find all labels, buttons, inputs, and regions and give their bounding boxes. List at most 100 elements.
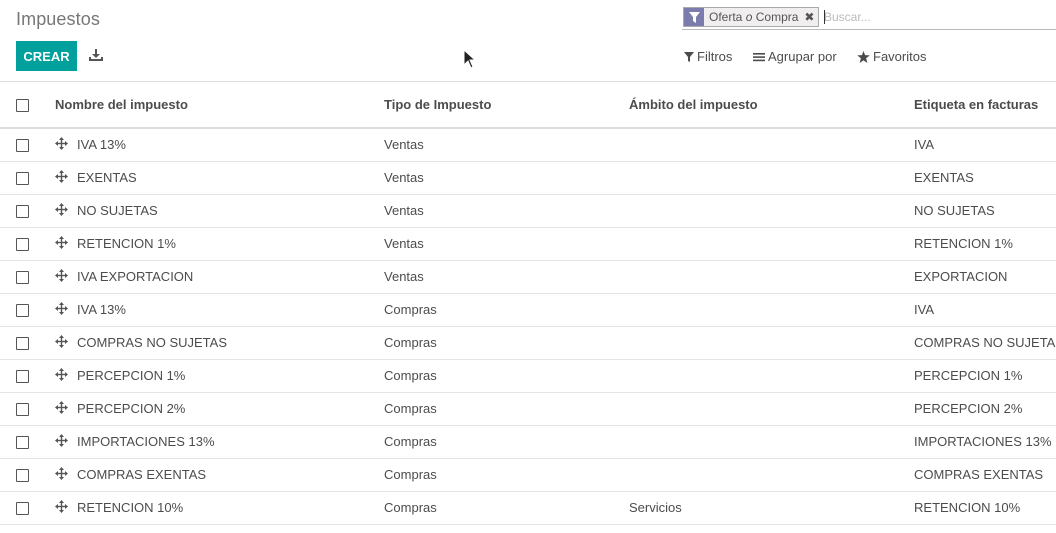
table-row[interactable]: PERCEPCION 2% Compras PERCEPCION 2%: [0, 392, 1056, 426]
group-by-label: Agrupar por: [768, 49, 837, 64]
tax-name: EXENTAS: [77, 161, 385, 195]
tax-scope: [629, 260, 915, 294]
drag-handle-icon[interactable]: [55, 194, 77, 228]
tax-type: Compras: [384, 458, 630, 492]
table-row[interactable]: IVA EXPORTACION Ventas EXPORTACION: [0, 260, 1056, 294]
row-checkbox[interactable]: [16, 403, 29, 417]
row-select-cell: [0, 227, 55, 261]
table-row[interactable]: PERCEPCION 1% Compras PERCEPCION 1%: [0, 359, 1056, 393]
column-header-label[interactable]: Etiqueta en facturas: [914, 82, 1056, 129]
tax-type: Compras: [384, 392, 630, 426]
drag-handle-icon[interactable]: [55, 491, 77, 525]
row-checkbox[interactable]: [16, 502, 29, 516]
drag-handle-icon[interactable]: [55, 161, 77, 195]
tax-scope: [629, 293, 915, 327]
select-all-checkbox[interactable]: [16, 99, 29, 113]
taxes-table: Nombre del impuesto Tipo de Impuesto Ámb…: [0, 82, 1056, 525]
table-header-row: Nombre del impuesto Tipo de Impuesto Ámb…: [0, 82, 1056, 129]
invoice-label: PERCEPCION 1%: [914, 359, 1056, 393]
facet-remove-icon[interactable]: ✖: [802, 8, 818, 26]
tax-scope: [629, 326, 915, 360]
drag-handle-icon[interactable]: [55, 359, 77, 393]
row-checkbox[interactable]: [16, 139, 29, 153]
tax-type: Ventas: [384, 128, 630, 162]
invoice-label: RETENCION 1%: [914, 227, 1056, 261]
tax-type: Ventas: [384, 161, 630, 195]
tax-type: Compras: [384, 359, 630, 393]
row-select-cell: [0, 161, 55, 195]
column-header-scope[interactable]: Ámbito del impuesto: [629, 82, 915, 129]
table-row[interactable]: EXENTAS Ventas EXENTAS: [0, 161, 1056, 195]
drag-handle-icon[interactable]: [55, 326, 77, 360]
facet-value: Oferta: [709, 10, 743, 24]
row-checkbox[interactable]: [16, 238, 29, 252]
filter-icon: [684, 8, 704, 26]
tax-name: PERCEPCION 2%: [77, 392, 385, 426]
filters-button[interactable]: Filtros: [684, 49, 732, 64]
row-checkbox[interactable]: [16, 271, 29, 285]
drag-handle-icon[interactable]: [55, 392, 77, 426]
group-by-button[interactable]: Agrupar por: [753, 49, 837, 64]
star-icon: [857, 50, 870, 63]
invoice-label: IVA: [914, 293, 1056, 327]
invoice-label: RETENCION 10%: [914, 491, 1056, 525]
column-header-name[interactable]: Nombre del impuesto: [55, 82, 385, 129]
row-select-cell: [0, 425, 55, 459]
tax-name: PERCEPCION 1%: [77, 359, 385, 393]
invoice-label: COMPRAS NO SUJETAS: [914, 326, 1056, 360]
tax-name: COMPRAS NO SUJETAS: [77, 326, 385, 360]
invoice-label: NO SUJETAS: [914, 194, 1056, 228]
favorites-label: Favoritos: [873, 49, 927, 64]
row-checkbox[interactable]: [16, 337, 29, 351]
tax-name: COMPRAS EXENTAS: [77, 458, 385, 492]
create-button[interactable]: CREAR: [16, 41, 77, 71]
drag-handle-icon[interactable]: [55, 425, 77, 459]
filter-icon: [684, 51, 694, 62]
invoice-label: IMPORTACIONES 13%: [914, 425, 1056, 459]
download-icon[interactable]: [89, 48, 103, 62]
tax-scope: [629, 458, 915, 492]
tax-type: Ventas: [384, 227, 630, 261]
tax-type: Compras: [384, 491, 630, 525]
row-checkbox[interactable]: [16, 469, 29, 483]
row-checkbox[interactable]: [16, 205, 29, 219]
tax-type: Ventas: [384, 260, 630, 294]
row-checkbox[interactable]: [16, 436, 29, 450]
row-checkbox[interactable]: [16, 172, 29, 186]
table-row[interactable]: RETENCION 10% Compras Servicios RETENCION 1…: [0, 491, 1056, 525]
search-input[interactable]: [824, 8, 1050, 26]
favorites-button[interactable]: Favoritos: [857, 49, 926, 64]
table-row[interactable]: COMPRAS NO SUJETAS Compras COMPRAS NO SUJE…: [0, 326, 1056, 360]
row-select-cell: [0, 491, 55, 525]
tax-type: Compras: [384, 425, 630, 459]
tax-name: IVA 13%: [77, 293, 385, 327]
invoice-label: PERCEPCION 2%: [914, 392, 1056, 426]
table-row[interactable]: IVA 13% Ventas IVA: [0, 128, 1056, 162]
drag-handle-icon[interactable]: [55, 260, 77, 294]
table-row[interactable]: IMPORTACIONES 13% Compras IMPORTACIONES 13…: [0, 425, 1056, 459]
table-row[interactable]: COMPRAS EXENTAS Compras COMPRAS EXENTAS: [0, 458, 1056, 492]
drag-handle-icon[interactable]: [55, 128, 77, 162]
tax-scope: [629, 227, 915, 261]
text-cursor: [824, 10, 825, 24]
column-header-type[interactable]: Tipo de Impuesto: [384, 82, 630, 129]
tax-scope: Servicios: [629, 491, 915, 525]
drag-handle-icon[interactable]: [55, 227, 77, 261]
filters-label: Filtros: [697, 49, 733, 64]
row-checkbox[interactable]: [16, 304, 29, 318]
search-facet[interactable]: Oferta o Compra ✖: [683, 7, 820, 27]
tax-name: RETENCION 10%: [77, 491, 385, 525]
row-select-cell: [0, 128, 55, 162]
row-select-cell: [0, 326, 55, 360]
drag-handle-icon[interactable]: [55, 458, 77, 492]
table-row[interactable]: NO SUJETAS Ventas NO SUJETAS: [0, 194, 1056, 228]
row-select-cell: [0, 392, 55, 426]
row-checkbox[interactable]: [16, 370, 29, 384]
page-title: Impuestos: [16, 9, 100, 29]
table-row[interactable]: RETENCION 1% Ventas RETENCION 1%: [0, 227, 1056, 261]
control-panel: Impuestos CREAR Oferta o Compra ✖ Filtro…: [0, 0, 1056, 82]
row-select-cell: [0, 293, 55, 327]
table-row[interactable]: IVA 13% Compras IVA: [0, 293, 1056, 327]
tax-name: IMPORTACIONES 13%: [77, 425, 385, 459]
drag-handle-icon[interactable]: [55, 293, 77, 327]
